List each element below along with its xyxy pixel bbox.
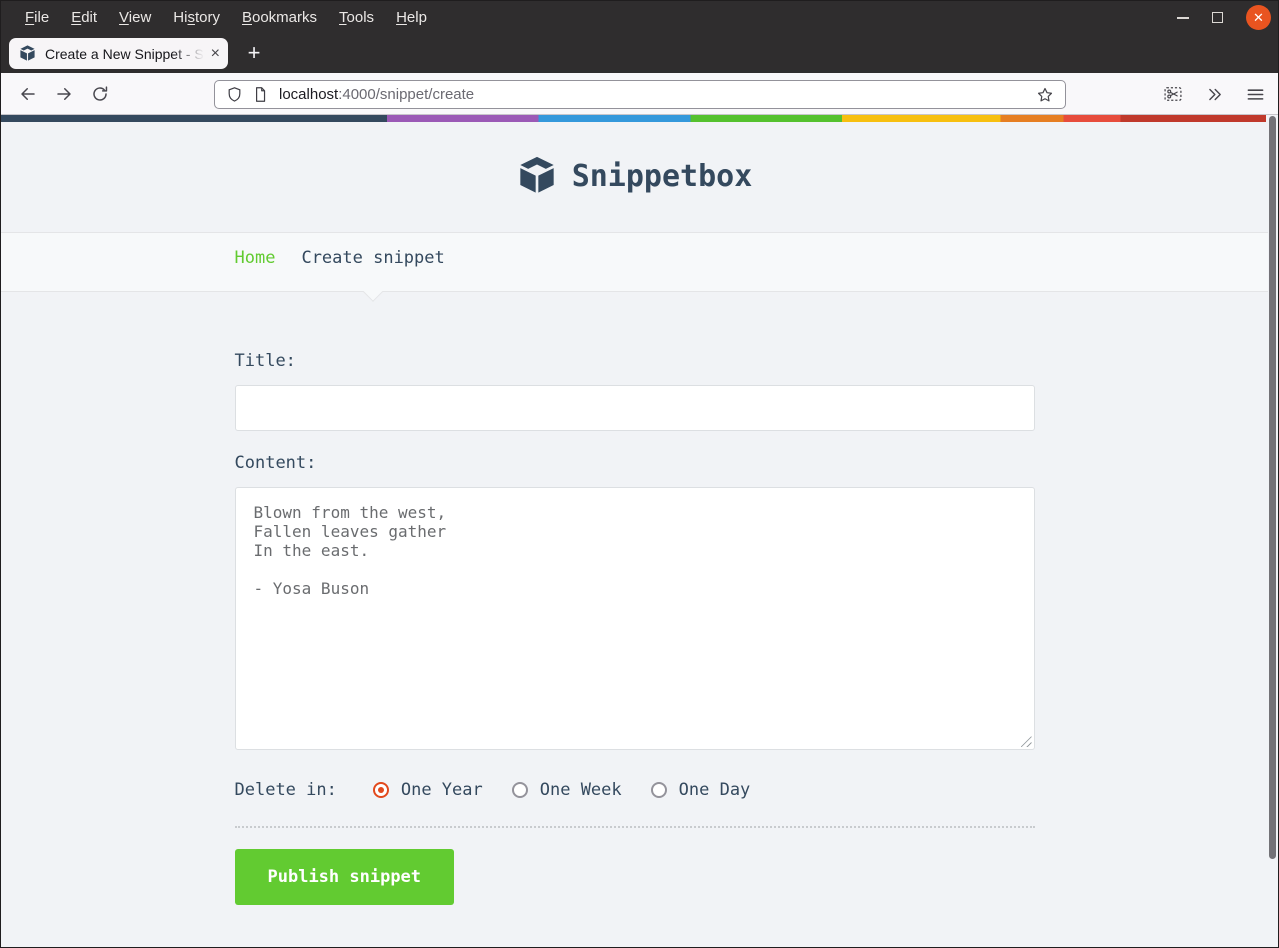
expires-option-one-day[interactable]: One Day <box>650 780 751 800</box>
maximize-icon[interactable] <box>1212 12 1223 23</box>
site-header: Snippetbox <box>1 122 1268 232</box>
title-input[interactable] <box>234 385 1035 431</box>
bookmark-star-icon[interactable] <box>1036 86 1054 104</box>
menu-edit[interactable]: Edit <box>60 4 108 31</box>
shield-permissions-icon[interactable] <box>226 86 243 103</box>
menu-file[interactable]: File <box>14 4 60 31</box>
menu-history[interactable]: History <box>162 4 231 31</box>
forward-icon[interactable] <box>55 85 73 103</box>
minimize-icon[interactable] <box>1177 16 1189 19</box>
url-bar[interactable]: localhost:4000/snippet/create <box>214 80 1066 109</box>
tab-create-a-new-snippet[interactable]: Create a New Snippet - Sn × <box>9 38 228 69</box>
browser-window: File Edit View History Bookmarks Tools Help ✕ … <box>0 0 1279 948</box>
radio-one-day[interactable] <box>650 782 667 798</box>
radio-one-year-checked[interactable] <box>372 782 389 798</box>
form-divider <box>234 826 1035 828</box>
snippetbox-page: Snippetbox Home Create snippet Title: Con… <box>1 122 1278 947</box>
radio-one-week[interactable] <box>511 782 528 798</box>
brand-title[interactable]: Snippetbox <box>572 159 753 194</box>
content-label: Content: <box>234 453 317 473</box>
content-textarea-wrap: Blown from the west, Fallen leaves gathe… <box>234 487 1035 750</box>
url-host: localhost <box>279 86 339 103</box>
tab-title: Create a New Snippet - Sn <box>45 45 209 62</box>
menu-bookmarks[interactable]: Bookmarks <box>231 4 328 31</box>
title-label: Title: <box>234 351 296 371</box>
menu-tools[interactable]: Tools <box>328 4 385 31</box>
expires-label: Delete in: <box>234 780 337 800</box>
url-path: :4000/snippet/create <box>338 86 475 103</box>
publish-snippet-button[interactable]: Publish snippet <box>234 849 455 905</box>
content-textarea[interactable]: Blown from the west, Fallen leaves gathe… <box>234 487 1035 750</box>
expires-option-one-week[interactable]: One Week <box>511 780 622 800</box>
tab-close-icon[interactable]: × <box>211 45 220 62</box>
radio-label-one-day: One Day <box>678 780 751 800</box>
nav-link-create-snippet[interactable]: Create snippet <box>301 248 444 268</box>
url-text: localhost:4000/snippet/create <box>279 86 474 103</box>
create-snippet-form: Title: Content: Blown from the west, Fal… <box>234 292 1035 905</box>
navigation-toolbar: localhost:4000/snippet/create <box>1 73 1278 115</box>
screenshot-icon[interactable] <box>1163 84 1183 104</box>
rainbow-stripe <box>1 115 1266 122</box>
site-nav: Home Create snippet <box>1 232 1268 292</box>
expires-option-one-year[interactable]: One Year <box>372 780 483 800</box>
tab-bar: Create a New Snippet - Sn × + <box>1 34 1278 73</box>
menu-view[interactable]: View <box>108 4 162 31</box>
overflow-chevrons-icon[interactable] <box>1206 86 1223 103</box>
hamburger-menu-icon[interactable] <box>1246 85 1265 104</box>
radio-label-one-week: One Week <box>539 780 622 800</box>
snippetbox-favicon-icon <box>20 45 35 61</box>
page-info-icon[interactable] <box>252 86 269 103</box>
page-scrollbar-thumb[interactable] <box>1269 116 1276 859</box>
close-window-button[interactable]: ✕ <box>1246 5 1271 30</box>
window-controls: ✕ <box>1177 1 1271 34</box>
nav-links: Home Create snippet <box>235 233 1035 268</box>
menu-help[interactable]: Help <box>385 4 438 31</box>
back-icon[interactable] <box>19 85 37 103</box>
radio-label-one-year: One Year <box>400 780 483 800</box>
reload-icon[interactable] <box>91 85 109 103</box>
expires-row: Delete in: One Year One Week One Day <box>235 778 1035 802</box>
new-tab-button[interactable]: + <box>240 39 268 67</box>
nav-link-home[interactable]: Home <box>235 248 276 268</box>
menu-bar: File Edit View History Bookmarks Tools Help <box>1 1 1278 34</box>
snippetbox-logo-icon[interactable] <box>517 156 557 196</box>
